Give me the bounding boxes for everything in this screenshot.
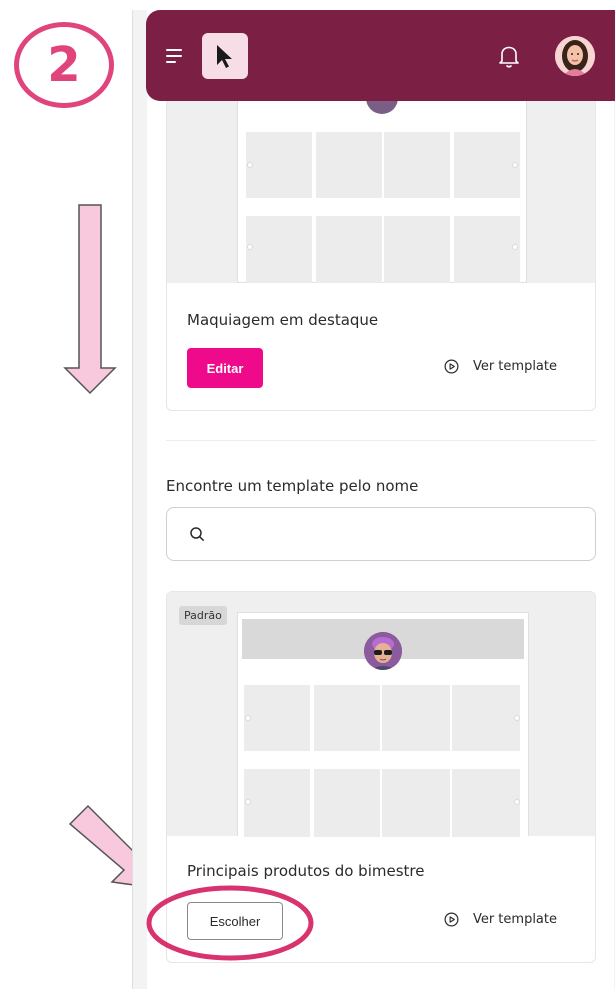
woman-avatar-icon xyxy=(555,35,595,76)
template-sheet xyxy=(237,80,527,283)
default-badge: Padrão xyxy=(179,606,227,625)
view-template-link[interactable]: Ver template xyxy=(444,359,557,374)
section-divider xyxy=(166,440,596,441)
down-arrow-annotation-icon xyxy=(63,204,117,395)
template-preview xyxy=(167,80,595,283)
view-template-label: Ver template xyxy=(472,359,557,374)
hamburger-icon[interactable] xyxy=(166,48,182,63)
search-field[interactable] xyxy=(166,507,596,561)
step-number: 2 xyxy=(47,37,81,93)
template-title: Maquiagem em destaque xyxy=(187,311,379,329)
bell-icon[interactable] xyxy=(497,43,521,69)
template-card-1: Maquiagem em destaque Editar Ver templat… xyxy=(166,80,596,411)
view-template-label: Ver template xyxy=(472,912,557,927)
highlight-ellipse-annotation xyxy=(146,885,314,961)
play-circle-icon xyxy=(444,359,459,374)
avatar-preview xyxy=(364,632,402,670)
template-sheet xyxy=(237,612,529,837)
step-number-annotation: 2 xyxy=(14,22,114,108)
play-circle-icon xyxy=(444,912,459,927)
app-top-bar xyxy=(146,10,615,101)
cartoon-avatar-icon xyxy=(364,632,402,670)
template-title: Principais produtos do bimestre xyxy=(187,862,425,880)
view-template-link[interactable]: Ver template xyxy=(444,912,557,927)
search-icon xyxy=(190,527,204,541)
edit-button[interactable]: Editar xyxy=(187,348,263,388)
app-logo[interactable] xyxy=(202,32,248,79)
user-avatar[interactable] xyxy=(555,35,595,76)
search-input[interactable] xyxy=(215,508,595,560)
search-label: Encontre um template pelo nome xyxy=(166,477,419,495)
cursor-arrow-icon xyxy=(217,44,232,68)
template-preview: Padrão xyxy=(167,592,595,837)
